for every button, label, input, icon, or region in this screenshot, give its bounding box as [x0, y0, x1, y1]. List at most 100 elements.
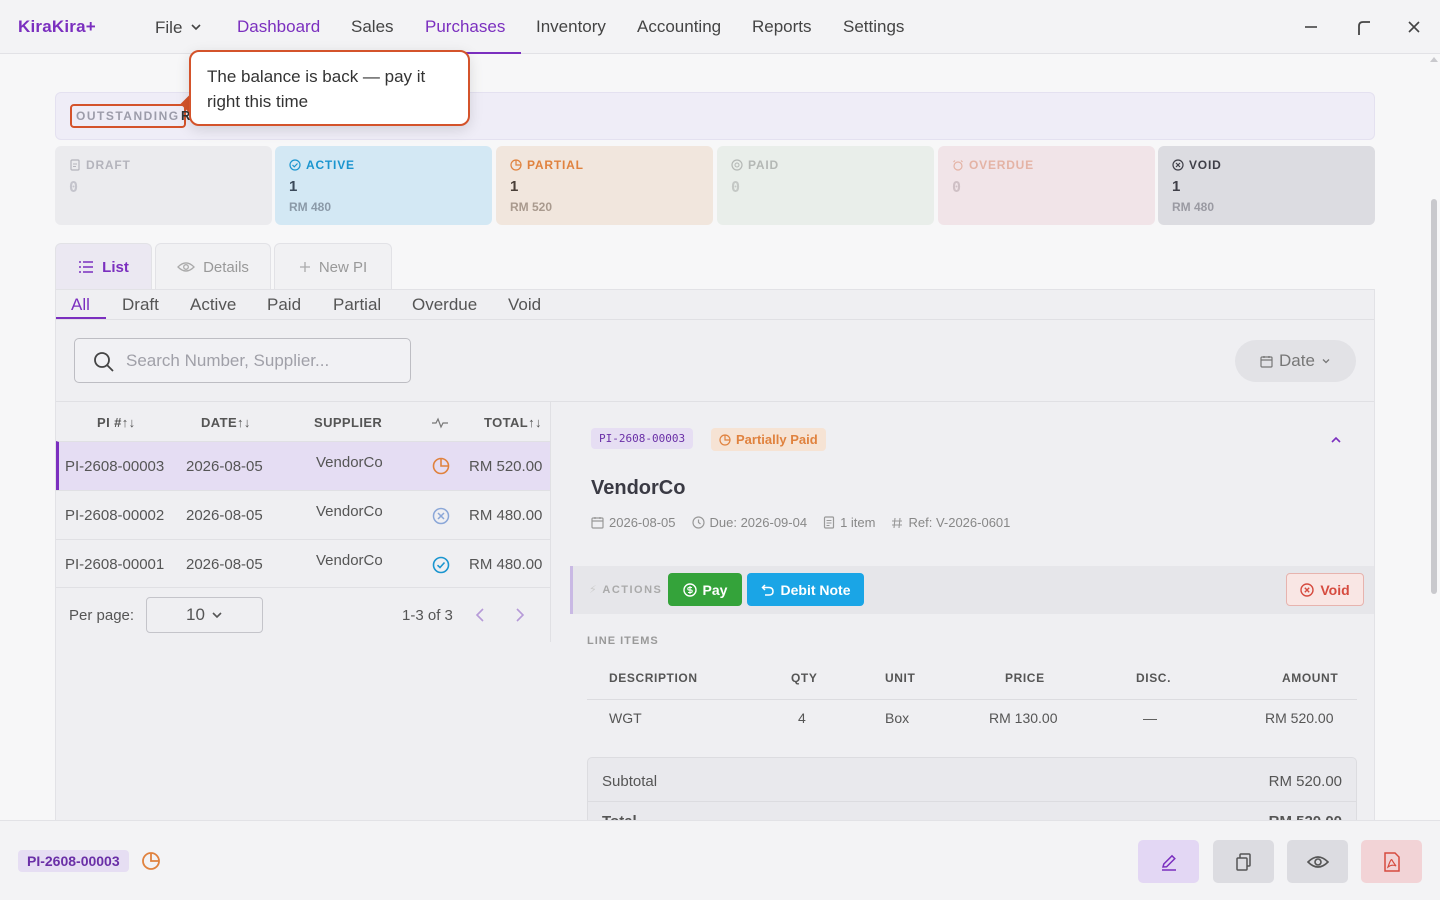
debit-note-button[interactable]: Debit Note — [747, 573, 864, 606]
page-range: 1-3 of 3 — [402, 607, 453, 624]
menu-sales[interactable]: Sales — [351, 0, 394, 54]
chevron-down-icon — [191, 24, 201, 31]
alarm-icon — [953, 160, 963, 171]
edit-button[interactable] — [1138, 840, 1199, 883]
pagination: Per page: 10 1-3 of 3 — [56, 587, 550, 643]
row-total: RM 480.00 — [469, 507, 543, 524]
scrollbar[interactable] — [1428, 54, 1440, 820]
row-supplier: VendorCo — [316, 552, 383, 569]
scroll-up-arrow-icon[interactable] — [1430, 56, 1438, 62]
tab-list[interactable]: List — [55, 243, 152, 290]
card-amount: RM 480 — [289, 200, 332, 214]
pie-chart-icon — [510, 159, 522, 171]
card-title: PARTIAL — [527, 158, 584, 172]
status-card-draft[interactable]: DRAFT 0 — [55, 146, 272, 225]
dollar-circle-icon — [731, 159, 743, 171]
hint-tooltip: The balance is back — pay it right this … — [189, 50, 470, 126]
status-card-void[interactable]: VOID 1 RM 480 — [1158, 146, 1375, 225]
date-sort-button[interactable]: Date — [1235, 340, 1356, 382]
pdf-button[interactable] — [1361, 840, 1422, 883]
card-count: 1 — [1172, 178, 1181, 195]
preview-button[interactable] — [1287, 840, 1348, 883]
tab-details-label: Details — [203, 258, 249, 276]
check-circle-icon — [289, 159, 301, 171]
void-button[interactable]: Void — [1286, 573, 1364, 606]
collapse-chevron-up-icon[interactable] — [1330, 435, 1342, 445]
filter-all[interactable]: All — [71, 295, 90, 315]
minimize-icon[interactable] — [1298, 14, 1324, 40]
filter-partial[interactable]: Partial — [333, 295, 381, 315]
menu-settings[interactable]: Settings — [843, 0, 904, 54]
x-circle-icon — [1300, 582, 1315, 597]
row-supplier: VendorCo — [316, 454, 383, 471]
col-header-total[interactable]: TOTAL↑↓ — [484, 415, 542, 430]
dollar-circle-icon — [682, 582, 697, 597]
col-header-disc: DISC. — [1136, 671, 1172, 685]
filter-void[interactable]: Void — [508, 295, 541, 315]
search-input[interactable]: Search Number, Supplier... — [74, 338, 411, 383]
tab-details[interactable]: Details — [155, 243, 271, 290]
duplicate-button[interactable] — [1213, 840, 1274, 883]
status-card-overdue[interactable]: OVERDUE 0 — [938, 146, 1155, 225]
column-divider — [550, 402, 551, 642]
row-date: 2026-08-05 — [186, 507, 263, 524]
debit-note-button-label: Debit Note — [780, 581, 851, 598]
tab-new-label: New PI — [318, 258, 368, 276]
menu-accounting[interactable]: Accounting — [637, 0, 721, 54]
col-header-price: PRICE — [1005, 671, 1045, 685]
scrollbar-thumb[interactable] — [1431, 199, 1437, 594]
bottom-toolbar: PI-2608-00003 — [0, 820, 1440, 900]
col-header-number[interactable]: PI #↑↓ — [97, 415, 136, 430]
per-page-label: Per page: — [69, 607, 135, 624]
app-logo: KiraKira+ — [18, 17, 96, 36]
next-page-icon[interactable] — [514, 607, 526, 623]
table-row[interactable]: PI-2608-00001 2026-08-05 VendorCo RM 480… — [56, 539, 550, 588]
divider — [56, 401, 1374, 402]
clock-icon — [691, 516, 705, 529]
chevron-down-icon — [1322, 359, 1330, 364]
row-date: 2026-08-05 — [186, 556, 263, 573]
calendar-icon — [1260, 355, 1273, 368]
col-header-date[interactable]: DATE↑↓ — [201, 415, 251, 430]
menu-inventory[interactable]: Inventory — [536, 0, 606, 54]
row-number: PI-2608-00003 — [65, 458, 165, 475]
plus-icon — [299, 262, 310, 272]
col-header-qty: QTY — [791, 671, 818, 685]
status-card-partial[interactable]: PARTIAL 1 RM 520 — [496, 146, 713, 225]
status-badge-label: Partially Paid — [736, 432, 818, 447]
partial-pie-icon — [142, 852, 160, 870]
filter-overdue[interactable]: Overdue — [412, 295, 477, 315]
x-circle-icon — [1172, 159, 1184, 171]
outstanding-label[interactable]: OUTSTANDING — [70, 104, 186, 128]
tab-new-pi[interactable]: New PI — [274, 243, 392, 290]
detail-supplier-name: VendorCo — [591, 477, 686, 499]
table-row[interactable]: PI-2608-00002 2026-08-05 VendorCo RM 480… — [56, 490, 550, 539]
card-count: 0 — [69, 178, 79, 196]
col-header-description: DESCRIPTION — [609, 671, 698, 685]
menu-file[interactable]: File — [155, 0, 202, 54]
filter-draft[interactable]: Draft — [122, 295, 159, 315]
menu-reports[interactable]: Reports — [752, 0, 812, 54]
subtotal-label: Subtotal — [602, 773, 658, 790]
detail-ref: Ref: V-2026-0601 — [908, 515, 1011, 530]
row-supplier: VendorCo — [316, 503, 383, 520]
close-icon[interactable] — [1401, 14, 1427, 40]
menu-purchases[interactable]: Purchases — [410, 0, 521, 54]
menu-dashboard[interactable]: Dashboard — [237, 0, 320, 54]
card-title: ACTIVE — [306, 158, 355, 172]
per-page-select[interactable]: 10 — [146, 597, 263, 633]
status-badge: Partially Paid — [711, 428, 826, 451]
col-header-supplier: SUPPLIER — [314, 415, 383, 430]
table-row[interactable]: PI-2608-00003 2026-08-05 VendorCo RM 520… — [56, 441, 550, 490]
status-card-paid[interactable]: PAID 0 — [717, 146, 934, 225]
line-disc: — — [1143, 710, 1157, 726]
purchase-invoice-panel: All Draft Active Paid Partial Overdue Vo… — [55, 289, 1375, 837]
filter-paid[interactable]: Paid — [267, 295, 301, 315]
detail-number-badge: PI-2608-00003 — [591, 428, 694, 449]
filter-active[interactable]: Active — [190, 295, 236, 315]
prev-page-icon[interactable] — [474, 607, 486, 623]
restore-icon[interactable] — [1351, 14, 1377, 40]
actions-toolbar: ⚡ ACTIONS Pay Debit Note Void — [570, 566, 1374, 614]
pay-button[interactable]: Pay — [668, 573, 742, 606]
status-card-active[interactable]: ACTIVE 1 RM 480 — [275, 146, 492, 225]
